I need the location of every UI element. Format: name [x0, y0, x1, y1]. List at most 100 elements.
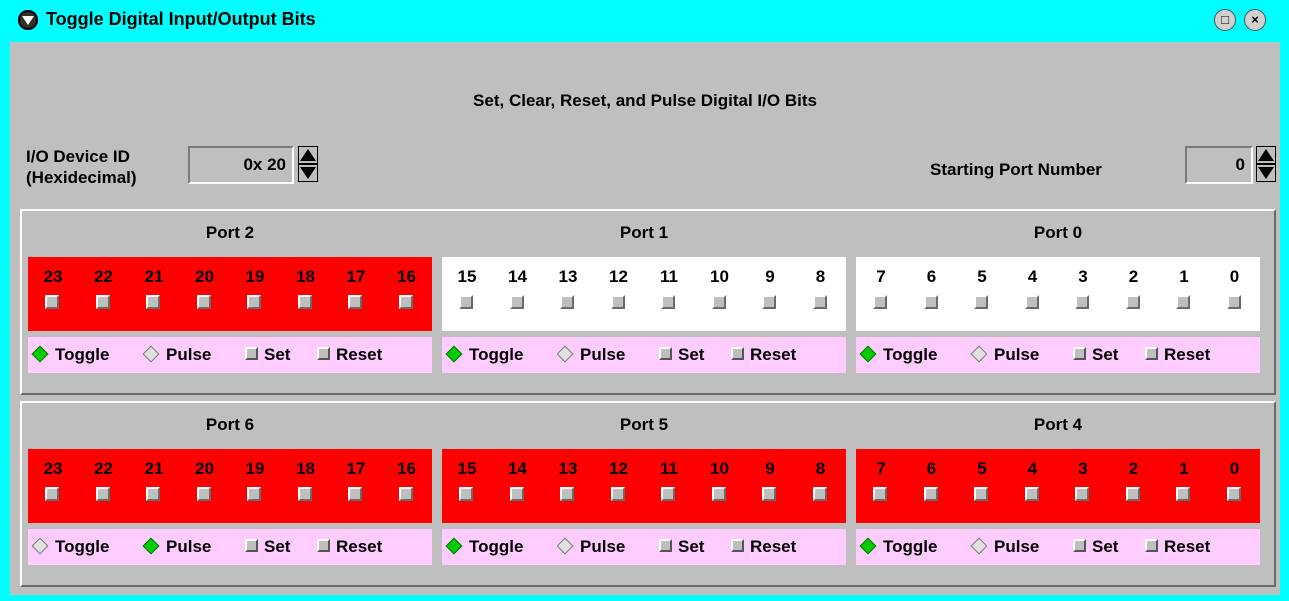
mode-option-reset[interactable]: Reset — [1145, 529, 1210, 565]
radio-icon[interactable] — [970, 345, 988, 363]
mode-option-reset[interactable]: Reset — [317, 529, 382, 565]
spin-up-icon[interactable] — [298, 146, 318, 164]
mode-option-set[interactable]: Set — [1073, 529, 1118, 565]
checkbox-icon[interactable] — [245, 347, 258, 361]
bit-checkbox[interactable] — [610, 295, 625, 309]
bit-checkbox[interactable] — [1226, 295, 1241, 309]
bit-checkbox[interactable] — [873, 295, 887, 309]
bit-checkbox[interactable] — [146, 295, 160, 309]
bit-checkbox[interactable] — [661, 295, 675, 309]
bit-checkbox[interactable] — [45, 295, 59, 309]
bit-checkbox[interactable] — [560, 295, 574, 309]
bit-checkbox[interactable] — [1075, 295, 1089, 309]
checkbox-icon[interactable] — [317, 539, 330, 553]
checkbox-icon[interactable] — [659, 347, 672, 361]
device-id-field[interactable]: 0x 20 — [188, 146, 294, 184]
bit-checkbox[interactable] — [923, 295, 938, 309]
bit-checkbox[interactable] — [297, 487, 312, 501]
bit-checkbox[interactable] — [398, 487, 413, 501]
mode-option-set[interactable]: Set — [659, 529, 704, 565]
mode-option-toggle[interactable]: Toggle — [445, 337, 523, 373]
bit-checkbox[interactable] — [196, 295, 211, 309]
bit-checkbox[interactable] — [459, 487, 473, 501]
bit-checkbox[interactable] — [146, 487, 160, 501]
bit-checkbox[interactable] — [923, 487, 938, 501]
bit-checkbox[interactable] — [459, 295, 473, 309]
bit-checkbox[interactable] — [762, 487, 776, 501]
checkbox-icon[interactable] — [731, 539, 744, 553]
bit-checkbox[interactable] — [509, 295, 524, 309]
radio-icon[interactable] — [556, 345, 574, 363]
bit-checkbox[interactable] — [1176, 487, 1190, 501]
checkbox-icon[interactable] — [731, 347, 744, 361]
radio-icon[interactable] — [445, 345, 463, 363]
bit-checkbox[interactable] — [1226, 487, 1241, 501]
bit-checkbox[interactable] — [247, 487, 261, 501]
mode-option-set[interactable]: Set — [659, 337, 704, 373]
bit-checkbox[interactable] — [661, 487, 675, 501]
radio-icon[interactable] — [445, 537, 463, 555]
mode-option-reset[interactable]: Reset — [731, 337, 796, 373]
bit-checkbox[interactable] — [398, 295, 413, 309]
mode-option-pulse[interactable]: Pulse — [970, 529, 1039, 565]
radio-icon[interactable] — [859, 537, 877, 555]
mode-option-set[interactable]: Set — [245, 337, 290, 373]
spin-up-icon[interactable] — [1256, 146, 1276, 164]
bit-checkbox[interactable] — [1125, 295, 1140, 309]
bit-checkbox[interactable] — [348, 295, 362, 309]
device-id-spinner[interactable] — [298, 146, 320, 184]
bit-checkbox[interactable] — [1075, 487, 1089, 501]
bit-checkbox[interactable] — [509, 487, 524, 501]
radio-icon[interactable] — [142, 537, 160, 555]
mode-option-reset[interactable]: Reset — [1145, 337, 1210, 373]
bit-checkbox[interactable] — [560, 487, 574, 501]
bit-checkbox[interactable] — [196, 487, 211, 501]
bit-checkbox[interactable] — [812, 487, 827, 501]
mode-option-set[interactable]: Set — [1073, 337, 1118, 373]
checkbox-icon[interactable] — [659, 539, 672, 553]
bit-checkbox[interactable] — [1125, 487, 1140, 501]
bit-checkbox[interactable] — [610, 487, 625, 501]
close-button[interactable]: × — [1244, 9, 1266, 31]
spin-down-icon[interactable] — [1256, 164, 1276, 182]
checkbox-icon[interactable] — [317, 347, 330, 361]
starting-port-spinner[interactable] — [1256, 146, 1278, 184]
bit-checkbox[interactable] — [711, 487, 726, 501]
mode-option-pulse[interactable]: Pulse — [556, 529, 625, 565]
maximize-button[interactable]: □ — [1214, 9, 1236, 31]
mode-option-toggle[interactable]: Toggle — [859, 337, 937, 373]
mode-option-toggle[interactable]: Toggle — [31, 529, 109, 565]
bit-checkbox[interactable] — [247, 295, 261, 309]
bit-checkbox[interactable] — [45, 487, 59, 501]
mode-option-pulse[interactable]: Pulse — [142, 337, 211, 373]
mode-option-reset[interactable]: Reset — [731, 529, 796, 565]
window-menu-button[interactable] — [18, 10, 38, 30]
bit-checkbox[interactable] — [1024, 487, 1039, 501]
bit-checkbox[interactable] — [974, 487, 988, 501]
checkbox-icon[interactable] — [245, 539, 258, 553]
mode-option-pulse[interactable]: Pulse — [970, 337, 1039, 373]
bit-checkbox[interactable] — [812, 295, 827, 309]
mode-option-set[interactable]: Set — [245, 529, 290, 565]
checkbox-icon[interactable] — [1073, 539, 1086, 553]
mode-option-toggle[interactable]: Toggle — [859, 529, 937, 565]
mode-option-pulse[interactable]: Pulse — [142, 529, 211, 565]
radio-icon[interactable] — [31, 537, 49, 555]
radio-icon[interactable] — [970, 537, 988, 555]
bit-checkbox[interactable] — [1176, 295, 1190, 309]
bit-checkbox[interactable] — [873, 487, 887, 501]
radio-icon[interactable] — [556, 537, 574, 555]
checkbox-icon[interactable] — [1145, 539, 1158, 553]
mode-option-pulse[interactable]: Pulse — [556, 337, 625, 373]
radio-icon[interactable] — [142, 345, 160, 363]
mode-option-toggle[interactable]: Toggle — [445, 529, 523, 565]
spin-down-icon[interactable] — [298, 164, 318, 182]
bit-checkbox[interactable] — [762, 295, 776, 309]
bit-checkbox[interactable] — [1024, 295, 1039, 309]
mode-option-toggle[interactable]: Toggle — [31, 337, 109, 373]
checkbox-icon[interactable] — [1145, 347, 1158, 361]
bit-checkbox[interactable] — [974, 295, 988, 309]
mode-option-reset[interactable]: Reset — [317, 337, 382, 373]
bit-checkbox[interactable] — [95, 487, 110, 501]
bit-checkbox[interactable] — [95, 295, 110, 309]
